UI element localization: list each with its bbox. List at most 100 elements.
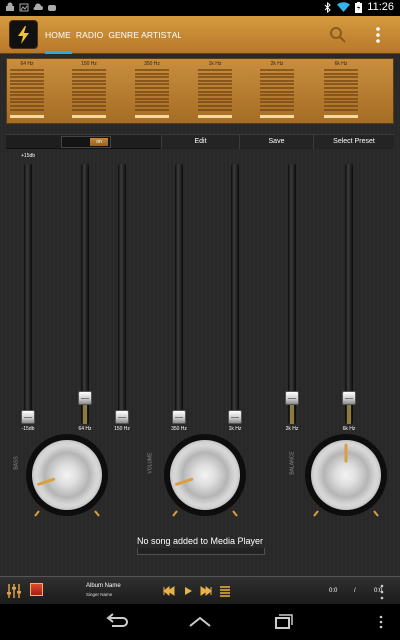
eq-slider-thumb[interactable] <box>78 391 92 406</box>
home-icon[interactable] <box>187 612 213 632</box>
nav-menu-icon[interactable] <box>378 612 384 632</box>
eq-slider-fill <box>347 405 351 424</box>
eq-slider[interactable] <box>227 164 243 424</box>
recent-apps-icon[interactable] <box>270 612 296 632</box>
spectrum-bar-segment <box>198 94 232 97</box>
spectrum-bar-segment <box>10 69 44 71</box>
tab-radio[interactable]: RADIO <box>76 16 103 54</box>
edit-button[interactable]: Edit <box>161 135 239 149</box>
status-message: No song added to Media Player <box>136 536 264 546</box>
spectrum-bar-segment <box>198 108 232 111</box>
eq-slider-fill <box>83 405 87 424</box>
spectrum-bar-segment <box>260 87 294 89</box>
spectrum-bar-segment <box>324 72 358 75</box>
eq-slider-thumb[interactable] <box>21 410 35 424</box>
spectrum-band: 150 Hz <box>72 61 106 121</box>
eq-slider-thumb[interactable] <box>342 391 356 406</box>
play-icon[interactable] <box>182 585 194 597</box>
next-icon[interactable] <box>200 585 212 597</box>
spectrum-peak <box>324 115 358 118</box>
time-separator: / <box>354 588 356 594</box>
spectrum-bar-segment <box>324 79 358 82</box>
spectrum-bar-segment <box>324 101 358 104</box>
rotary-knob[interactable]: BALANCE <box>290 430 391 522</box>
wifi-icon <box>337 2 351 12</box>
spectrum-bar-segment <box>260 105 294 107</box>
eq-slider-thumb[interactable] <box>172 410 186 424</box>
eq-slider-thumb[interactable] <box>285 391 299 406</box>
spectrum-band: 1k Hz <box>198 61 232 121</box>
spectrum-bar-segment <box>135 79 169 82</box>
spectrum-bar-segment <box>260 108 294 111</box>
spectrum-bar-segment <box>10 101 44 104</box>
spectrum-bar-segment <box>260 97 294 100</box>
tab-home[interactable]: HOME <box>45 16 72 54</box>
eq-slider[interactable] <box>341 164 357 424</box>
spectrum-bar-segment <box>324 108 358 111</box>
spectrum-bar-segment <box>198 83 232 86</box>
equalizer-control-bar: on Edit Save Select Preset <box>6 134 394 149</box>
tab-album[interactable]: ALBUM <box>172 16 181 54</box>
tab-genre[interactable]: GENRE <box>108 16 139 54</box>
knob-indicator <box>313 443 379 517</box>
spectrum-bar-segment <box>72 97 106 100</box>
spectrum-bar-segment <box>324 83 358 86</box>
spectrum-bar-segment <box>135 108 169 111</box>
playlist-icon[interactable] <box>219 585 231 597</box>
overflow-menu-icon[interactable] <box>373 26 383 44</box>
player-more-icon[interactable] <box>380 584 384 600</box>
eq-slider-track[interactable] <box>118 164 126 424</box>
spectrum-bar-segment <box>260 69 294 71</box>
eq-slider[interactable] <box>114 164 130 424</box>
spectrum-band-label: 6k Hz <box>334 61 348 67</box>
power-toggle-label: on <box>90 138 108 146</box>
eq-slider[interactable] <box>20 164 36 424</box>
gamepad-icon <box>48 5 56 11</box>
eq-slider-track[interactable] <box>175 164 183 424</box>
equalizer-icon[interactable] <box>6 583 22 599</box>
eq-slider[interactable] <box>284 164 300 424</box>
back-icon[interactable] <box>104 612 130 632</box>
eq-slider-track[interactable] <box>24 164 32 424</box>
bluetooth-icon <box>324 1 332 13</box>
spectrum-bar-segment <box>260 94 294 97</box>
spectrum-bar-segment <box>198 69 232 71</box>
search-icon[interactable] <box>329 26 347 44</box>
save-button[interactable]: Save <box>239 135 313 149</box>
main-panel: 64 Hz 150 Hz 350 Hz 1k Hz 2k Hz 6k Hz on Edit… <box>0 54 400 576</box>
app-logo-icon[interactable] <box>9 20 38 49</box>
eq-slider-track[interactable] <box>288 164 296 424</box>
spectrum-bar-segment <box>72 94 106 97</box>
spectrum-bar-segment <box>10 97 44 100</box>
eq-slider-thumb[interactable] <box>115 410 129 424</box>
spectrum-bar-segment <box>72 72 106 75</box>
tab-artist[interactable]: ARTIST <box>141 16 172 54</box>
spectrum-bar-segment <box>135 83 169 86</box>
eq-slider-track[interactable] <box>231 164 239 424</box>
spectrum-bar-segment <box>135 72 169 75</box>
eq-slider-track[interactable] <box>345 164 353 424</box>
spectrum-bar-segment <box>72 90 106 93</box>
clock: 11:26 <box>367 1 394 13</box>
knob-label: BALANCE <box>289 451 296 475</box>
eq-slider-thumb[interactable] <box>228 410 242 424</box>
rotary-knob[interactable]: BASS <box>14 430 112 522</box>
previous-icon[interactable] <box>163 585 175 597</box>
spectrum-bar-segment <box>324 76 358 79</box>
spectrum-bar-segment <box>260 76 294 79</box>
eq-slider-track[interactable] <box>81 164 89 424</box>
spectrum-bar-segment <box>135 69 169 71</box>
spectrum-bar-segment <box>198 79 232 82</box>
eq-slider[interactable] <box>77 164 93 424</box>
power-toggle[interactable]: on <box>61 136 111 148</box>
rotary-knob[interactable]: VOLUME <box>148 430 250 522</box>
album-art-thumbnail[interactable] <box>30 583 43 596</box>
album-name: Album Name <box>86 583 121 589</box>
select-preset-dropdown[interactable]: Select Preset <box>313 135 394 149</box>
spectrum-band-label: 64 Hz <box>20 61 34 67</box>
spectrum-bar-segment <box>324 105 358 107</box>
spectrum-bar-segment <box>260 90 294 93</box>
spectrum-bar-segment <box>72 83 106 86</box>
knob-indicator <box>172 477 238 517</box>
eq-slider[interactable] <box>171 164 187 424</box>
